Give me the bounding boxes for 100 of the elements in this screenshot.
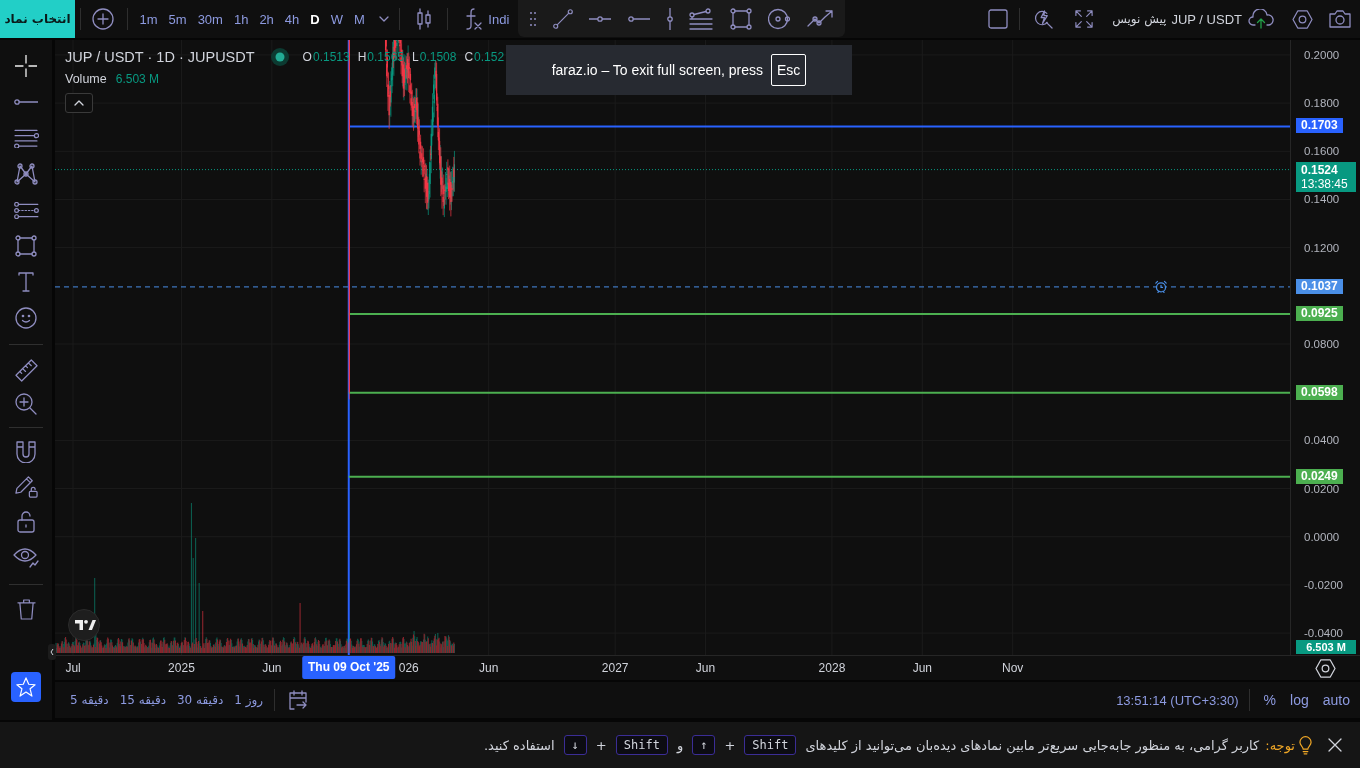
axis-label: 0.0800	[1304, 339, 1340, 349]
eye-icon[interactable]	[13, 545, 39, 568]
keyboard-key: ↓	[563, 735, 587, 755]
range-button[interactable]: 5 دقیقه	[70, 693, 109, 707]
ohlc-value: 0.1508	[419, 50, 457, 64]
pattern-icon[interactable]	[14, 163, 38, 185]
range-button[interactable]: 1 روز	[234, 693, 264, 707]
scale-option[interactable]: %	[1263, 692, 1277, 708]
keyboard-key: Shift	[615, 735, 668, 755]
crosshair-icon[interactable]	[15, 55, 37, 77]
channel-icon[interactable]	[13, 201, 39, 219]
price-level-line[interactable]	[347, 312, 1290, 315]
pencil-lock-icon[interactable]	[14, 475, 38, 498]
search-bolt-icon[interactable]	[1034, 9, 1054, 29]
axis-label: 0.0200	[1304, 484, 1340, 494]
axis-label: 2025	[168, 661, 195, 675]
favorites-button[interactable]	[11, 672, 41, 702]
vertical-line[interactable]	[347, 40, 350, 655]
clock-label[interactable]: 13:51:14 (UTC+3:30)	[1116, 692, 1239, 708]
timeframe-tab[interactable]: W	[325, 11, 349, 27]
timeframe-tab[interactable]: 4h	[279, 11, 305, 27]
timeframe-tab[interactable]: M	[348, 11, 371, 27]
ray-icon[interactable]	[627, 15, 650, 22]
ruler-icon[interactable]	[14, 358, 38, 382]
axis-label: 2028	[818, 661, 846, 675]
range-button[interactable]: 30 دقیقه	[177, 693, 224, 707]
notice-text: کاربر گرامی، به منظور جابه‌جایی سریع‌تر مابین نمادهای دیده‌بان می‌توانید از کلیدهای	[805, 737, 1260, 753]
timeframe-tab[interactable]: 1h	[228, 11, 254, 27]
function-icon[interactable]	[464, 8, 483, 30]
shortcut-text: +	[595, 737, 607, 753]
path-icon[interactable]	[807, 9, 833, 28]
rectangle-icon[interactable]	[15, 235, 37, 257]
price-level-line[interactable]	[347, 391, 1290, 394]
chevron-left-icon[interactable]	[48, 644, 56, 660]
shortcut-text: +	[724, 737, 736, 753]
chevron-down-icon[interactable]	[379, 16, 390, 22]
price-tag: 0.0598	[1296, 384, 1343, 400]
settings-icon[interactable]	[1314, 658, 1336, 678]
line-icon[interactable]	[14, 99, 38, 105]
plus-circle-icon[interactable]	[92, 8, 114, 30]
camera-icon[interactable]	[1329, 10, 1351, 28]
logo-icon[interactable]	[68, 609, 100, 641]
text-icon[interactable]	[18, 272, 34, 292]
keyboard-key: Shift	[744, 735, 797, 755]
price-tag: 0.0249	[1296, 468, 1343, 484]
price-tag: 0.1703	[1296, 118, 1343, 134]
scale-option[interactable]: log	[1290, 692, 1309, 708]
axis-label: 0.0400	[1304, 435, 1340, 445]
notice-label: توجه:	[1265, 737, 1295, 753]
zoom-in-icon[interactable]	[15, 393, 37, 415]
fullscreen-icon[interactable]	[1075, 10, 1094, 28]
lock-icon[interactable]	[17, 510, 35, 533]
layout-status: پیش نویس	[1112, 12, 1167, 26]
axis-label: -0.0400	[1304, 628, 1343, 638]
shortcut-text: و	[676, 737, 684, 753]
alarm-clock-icon[interactable]	[1155, 280, 1167, 294]
bulb-icon	[1299, 735, 1312, 755]
trash-icon[interactable]	[16, 598, 36, 620]
timeframe-tab[interactable]: 5m	[163, 11, 193, 27]
smiley-icon[interactable]	[15, 307, 37, 329]
notice-text: استفاده کنید.	[483, 737, 555, 753]
timeframe-tab[interactable]: 30m	[192, 11, 229, 27]
parallel-lines-icon[interactable]	[13, 128, 39, 148]
timeframe-tab[interactable]: D	[304, 11, 326, 27]
keyboard-key: ↑	[692, 735, 716, 755]
axis-label: Nov	[1002, 661, 1024, 675]
trend-line-icon[interactable]	[552, 8, 573, 29]
axis-label: Jun	[479, 661, 499, 675]
scale-option[interactable]: auto	[1322, 692, 1350, 708]
volume-tag: 6.503 M	[1296, 640, 1356, 654]
notice-message: faraz.io – To exit full screen, press	[551, 62, 764, 78]
indicators-button[interactable]: Indi	[488, 11, 510, 27]
alert-line[interactable]	[55, 286, 1290, 288]
collapse-button[interactable]	[65, 93, 93, 113]
ohlc-label: H	[357, 50, 367, 64]
grip-icon[interactable]	[530, 11, 536, 26]
square-icon[interactable]	[988, 9, 1009, 29]
timeframe-tab[interactable]: 2h	[253, 11, 280, 27]
candles-icon[interactable]	[417, 8, 432, 30]
timeframe-tab[interactable]: 1m	[134, 11, 164, 27]
calendar-icon[interactable]	[287, 690, 308, 710]
chart-title[interactable]: JUP / USDT · 1D · JUPUSDT	[65, 49, 255, 65]
date-tag: Thu 09 Oct '25	[302, 656, 396, 679]
axis-label: 0.0000	[1304, 532, 1340, 542]
axis-label: Jun	[912, 661, 932, 675]
axis-label: Jun	[695, 661, 716, 675]
close-icon[interactable]	[1328, 738, 1342, 752]
rectangle-icon[interactable]	[729, 7, 752, 30]
horizontal-line-icon[interactable]	[589, 15, 612, 22]
price-tag: 0.0925	[1296, 305, 1343, 321]
settings-icon[interactable]	[1292, 9, 1313, 29]
magnet-icon[interactable]	[16, 440, 36, 463]
fib-lines-icon[interactable]	[689, 7, 714, 30]
range-button[interactable]: 15 دقیقه	[119, 693, 166, 707]
symbol-name[interactable]: JUP / USDT	[1171, 11, 1242, 27]
symbol-search-button[interactable]: انتخاب نماد	[0, 0, 75, 38]
vertical-line-icon[interactable]	[666, 7, 673, 30]
axis-label: Jun	[262, 661, 282, 675]
price-level-line[interactable]	[347, 475, 1290, 478]
cloud-upload-icon[interactable]	[1248, 9, 1274, 29]
